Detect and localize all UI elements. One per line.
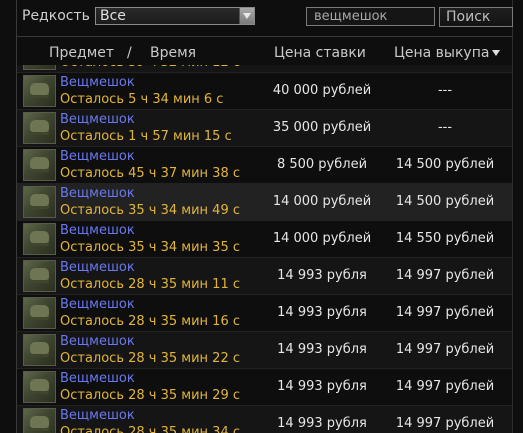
backpack-icon: [23, 408, 56, 433]
backpack-icon: [23, 65, 56, 70]
lot-bid-price: 14 993 рубля: [277, 379, 367, 394]
lot-time-left: Осталось 28 ч 35 мин 34 с: [60, 425, 240, 433]
rarity-label: Редкость: [22, 8, 90, 24]
lot-buyout-price: 14 997 рублей: [395, 342, 495, 357]
lot-row[interactable]: Вещмешок Осталось 28 ч 35 мин 11 с 14 993 …: [17, 258, 512, 295]
lot-time-left: Осталось 45 ч 37 мин 38 с: [60, 166, 240, 181]
column-header-time[interactable]: Время: [150, 45, 196, 61]
search-button[interactable]: Поиск: [439, 7, 513, 27]
lot-time-left: Осталось 5 ч 34 мин 6 с: [60, 92, 224, 107]
backpack-icon: [23, 186, 56, 218]
column-header-buyout[interactable]: Цена выкупа: [394, 45, 501, 61]
lot-time-left: Осталось 28 ч 35 мин 11 с: [60, 277, 240, 292]
lot-item-name: Вещмешок: [60, 297, 135, 312]
backpack-icon: [23, 149, 56, 181]
filter-bar: Редкость Все Поиск: [0, 0, 523, 36]
lot-time-left: Осталось 35 ч 34 мин 35 с: [60, 240, 240, 255]
lot-row[interactable]: Вещмешок Осталось 1 ч 57 мин 15 с 35 000 р…: [17, 110, 512, 147]
lot-bid-price: 14 993 рубля: [277, 416, 367, 431]
auction-window: Редкость Все Поиск Предмет / Время Цена …: [0, 0, 523, 433]
backpack-icon: [23, 75, 56, 107]
sort-descending-icon: [492, 50, 501, 56]
lot-row[interactable]: Вещмешок Осталось 45 ч 37 мин 38 с 8 500 р…: [17, 147, 512, 184]
lot-bid-price: 14 993 рубля: [277, 305, 367, 320]
lot-bid-price: 40 000 рублей: [272, 83, 372, 98]
rarity-dropdown[interactable]: Все: [95, 7, 255, 25]
column-header-separator: /: [127, 45, 132, 61]
lot-buyout-price: ---: [437, 83, 453, 98]
lot-time-left: Осталось 39 ч 32 мин 12 с: [60, 65, 240, 70]
backpack-icon: [23, 223, 56, 255]
lot-row[interactable]: Вещмешок Осталось 5 ч 34 мин 6 с 40 000 ру…: [17, 73, 512, 110]
lot-buyout-price: 14 500 рублей: [395, 157, 495, 172]
column-header-item[interactable]: Предмет: [49, 45, 114, 61]
backpack-icon: [23, 260, 56, 292]
lot-item-name: Вещмешок: [60, 371, 135, 386]
lot-time-left: Осталось 35 ч 34 мин 49 с: [60, 203, 240, 218]
backpack-icon: [23, 334, 56, 366]
lot-list-content: ВещмешокОсталось 39 ч 32 мин 12 сВещмешо…: [17, 65, 512, 433]
lot-buyout-price: 14 997 рублей: [395, 416, 495, 431]
column-header-bid[interactable]: Цена ставки: [274, 45, 366, 61]
lot-time-left: Осталось 28 ч 35 мин 22 с: [60, 351, 240, 366]
lot-bid-price: 35 000 рублей: [272, 120, 372, 135]
lot-row[interactable]: Вещмешок Осталось 28 ч 35 мин 22 с 14 993 …: [17, 332, 512, 369]
lot-buyout-price: 14 550 рублей: [395, 231, 495, 246]
lot-row[interactable]: ВещмешокОсталось 39 ч 32 мин 12 с: [17, 65, 512, 73]
backpack-icon: [23, 297, 56, 329]
backpack-icon: [23, 112, 56, 144]
lot-item-name: Вещмешок: [60, 75, 135, 90]
chevron-down-icon[interactable]: [239, 8, 254, 24]
lot-bid-price: 14 000 рублей: [272, 231, 372, 246]
lot-list[interactable]: ВещмешокОсталось 39 ч 32 мин 12 сВещмешо…: [17, 65, 512, 433]
lot-row[interactable]: Вещмешок Осталось 35 ч 34 мин 35 с 14 000 …: [17, 221, 512, 258]
lot-item-name: Вещмешок: [60, 408, 135, 423]
column-headers: Предмет / Время Цена ставки Цена выкупа: [0, 37, 523, 65]
backpack-icon: [23, 371, 56, 403]
lot-item-name: Вещмешок: [60, 186, 135, 201]
lot-item-name: Вещмешок: [60, 112, 135, 127]
lot-row[interactable]: Вещмешок Осталось 35 ч 34 мин 49 с 14 000 …: [17, 184, 512, 221]
lot-item-name: Вещмешок: [60, 334, 135, 349]
rarity-selected-value: Все: [100, 8, 126, 24]
lot-item-name: Вещмешок: [60, 223, 135, 238]
lot-row[interactable]: Вещмешок Осталось 28 ч 35 мин 16 с 14 993 …: [17, 295, 512, 332]
lot-row[interactable]: Вещмешок Осталось 28 ч 35 мин 29 с 14 993 …: [17, 369, 512, 406]
lot-time-left: Осталось 28 ч 35 мин 29 с: [60, 388, 240, 403]
column-header-buyout-label: Цена выкупа: [394, 45, 490, 61]
lot-time-left: Осталось 28 ч 35 мин 16 с: [60, 314, 240, 329]
lot-buyout-price: 14 997 рублей: [395, 305, 495, 320]
lot-row[interactable]: Вещмешок Осталось 28 ч 35 мин 34 с 14 993 …: [17, 406, 512, 433]
search-input[interactable]: [306, 7, 435, 26]
lot-buyout-price: 14 997 рублей: [395, 379, 495, 394]
lot-item-name: Вещмешок: [60, 149, 135, 164]
lot-time-left: Осталось 1 ч 57 мин 15 с: [60, 129, 232, 144]
lot-buyout-price: 14 500 рублей: [395, 194, 495, 209]
lot-bid-price: 14 000 рублей: [272, 194, 372, 209]
lot-buyout-price: 14 997 рублей: [395, 268, 495, 283]
lot-bid-price: 14 993 рубля: [277, 268, 367, 283]
lot-item-name: Вещмешок: [60, 260, 135, 275]
lot-bid-price: 14 993 рубля: [277, 342, 367, 357]
lot-buyout-price: ---: [437, 120, 453, 135]
lot-bid-price: 8 500 рублей: [276, 157, 368, 172]
